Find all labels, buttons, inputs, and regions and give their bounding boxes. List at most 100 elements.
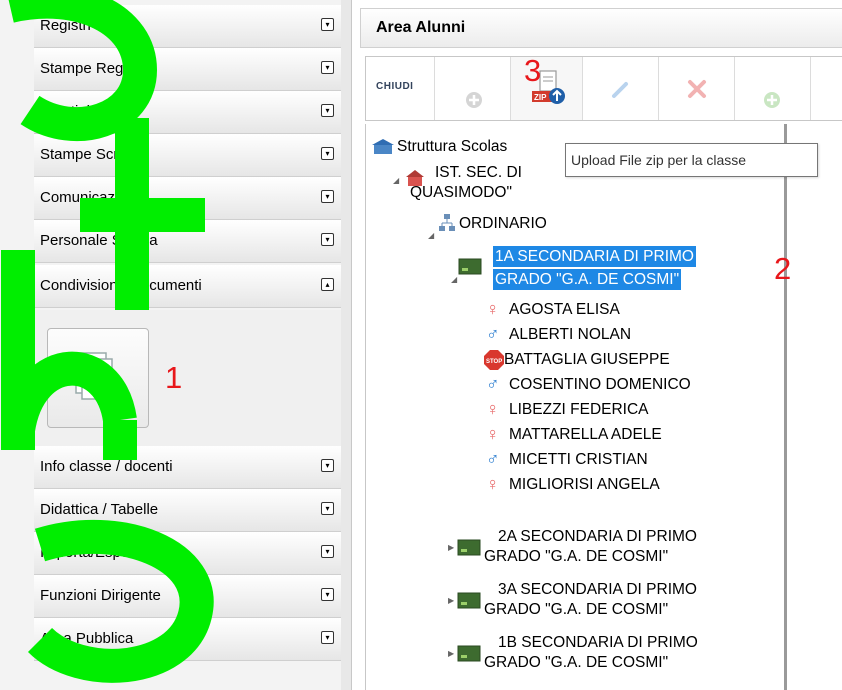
accordion-scrutini[interactable]: Scrutini ▾ <box>34 91 351 134</box>
toolbar: CHIUDI ZIP <box>365 56 842 121</box>
selected-class-line2[interactable]: GRADO "G.A. DE COSMI" <box>493 269 682 290</box>
accordion-label: Importa/Esporta <box>40 544 147 561</box>
accordion-label: Comunicazioni <box>40 189 139 206</box>
add-child-icon <box>764 92 780 108</box>
upload-zip-button[interactable]: ZIP <box>511 57 583 120</box>
student-name: COSENTINO DOMENICO <box>509 376 691 393</box>
sidebar-scrollbar[interactable] <box>341 0 351 690</box>
sidebar-accordion: Registri ▾ Stampe Registri ▾ Scrutini ▾ … <box>0 0 352 690</box>
female-icon: ♀ <box>486 424 500 444</box>
selected-class-line1[interactable]: 1A SECONDARIA DI PRIMO <box>493 246 696 267</box>
chevron-down-icon[interactable]: ▾ <box>321 545 334 558</box>
class-name-line2: GRADO "G.A. DE COSMI" <box>484 654 669 671</box>
accordion-label: Stampe Scrutini <box>40 146 146 163</box>
add-icon <box>466 92 482 108</box>
chevron-down-icon[interactable]: ▾ <box>321 61 334 74</box>
class-name-line2: GRADO "G.A. DE COSMI" <box>484 601 669 618</box>
student-name: LIBEZZI FEDERICA <box>509 401 649 418</box>
condivisione-documenti-panel <box>34 310 351 456</box>
class-name-line1: 1B SECONDARIA DI PRIMO <box>498 634 698 651</box>
school-structure-icon <box>372 139 394 154</box>
delete-button[interactable] <box>659 57 735 120</box>
chevron-down-icon[interactable]: ▾ <box>321 18 334 31</box>
stop-icon: STOP <box>484 350 504 370</box>
accordion-label: Personale Scuola <box>40 232 158 249</box>
expand-toggle-icon[interactable]: ◢ <box>451 275 457 284</box>
svg-text:STOP: STOP <box>486 359 502 365</box>
student-name: MATTARELLA ADELE <box>509 426 662 443</box>
classroom-board-icon <box>458 258 482 275</box>
accordion-importa-esporta[interactable]: Importa/Esporta ▾ <box>34 532 351 575</box>
chevron-down-icon[interactable]: ▾ <box>321 459 334 472</box>
student-name: MIGLIORISI ANGELA <box>509 476 660 493</box>
accordion-label: Didattica / Tabelle <box>40 501 159 518</box>
accordion-stampe-registri[interactable]: Stampe Registri ▾ <box>34 48 351 91</box>
document-share-button[interactable] <box>47 328 149 428</box>
close-label: CHIUDI <box>376 81 414 92</box>
chevron-down-icon[interactable]: ▾ <box>321 588 334 601</box>
class-name-line1: 3A SECONDARIA DI PRIMO <box>498 581 697 598</box>
accordion-area-pubblica[interactable]: Area Pubblica ▾ <box>34 618 351 661</box>
accordion-didattica-tabelle[interactable]: Didattica / Tabelle ▾ <box>34 489 351 532</box>
accordion-funzioni-dirigente[interactable]: Funzioni Dirigente ▾ <box>34 575 351 618</box>
accordion-label: Funzioni Dirigente <box>40 587 161 604</box>
delete-icon <box>688 80 706 98</box>
chevron-down-icon[interactable]: ▾ <box>321 190 334 203</box>
add-button[interactable] <box>435 57 511 120</box>
accordion-label: Condivisione Documenti <box>40 277 202 294</box>
org-structure-icon <box>439 214 455 231</box>
school-name-line1[interactable]: IST. SEC. DI <box>435 163 522 182</box>
classroom-board-icon <box>457 539 481 556</box>
classroom-board-icon <box>457 645 481 662</box>
step-marker-3: 3 <box>524 53 542 88</box>
chevron-up-icon[interactable]: ▴ <box>321 278 334 291</box>
chevron-down-icon[interactable]: ▾ <box>321 631 334 644</box>
student-name: ALBERTI NOLAN <box>509 326 632 343</box>
class-name-line2: GRADO "G.A. DE COSMI" <box>484 548 669 565</box>
male-icon: ♂ <box>486 324 500 344</box>
svg-text:ZIP: ZIP <box>534 93 547 102</box>
tree-root-label[interactable]: Struttura Scolas <box>397 137 507 156</box>
accordion-comunicazioni[interactable]: Comunicazioni ▾ <box>34 177 351 220</box>
accordion-stampe-scrutini[interactable]: Stampe Scrutini ▾ <box>34 134 351 177</box>
step-marker-2: 2 <box>774 251 792 286</box>
upload-zip-tooltip: Upload File zip per la classe <box>565 143 818 177</box>
accordion-label: Stampe Registri <box>40 60 147 77</box>
student-name: AGOSTA ELISA <box>509 301 620 318</box>
page-title: Area Alunni <box>376 19 466 36</box>
main-header: Area Alunni <box>360 8 842 48</box>
accordion-label: Area Pubblica <box>40 630 134 647</box>
male-icon: ♂ <box>486 374 500 394</box>
accordion-registri[interactable]: Registri ▾ <box>34 5 351 48</box>
chevron-down-icon[interactable]: ▾ <box>321 502 334 515</box>
expand-toggle-icon[interactable]: ▶ <box>448 543 454 552</box>
accordion-condivisione-documenti[interactable]: Condivisione Documenti ▴ <box>34 265 351 308</box>
female-icon: ♀ <box>486 299 500 319</box>
edit-button[interactable] <box>583 57 659 120</box>
class-tree: Struttura Scolas ◢ IST. SEC. DI GRADO "S… <box>365 124 787 690</box>
female-icon: ♀ <box>486 399 500 419</box>
main-area: Area Alunni CHIUDI ZIP Struttura Scolas … <box>352 0 842 690</box>
expand-toggle-icon[interactable]: ◢ <box>428 231 434 240</box>
document-share-users-icon <box>75 352 131 409</box>
class-name-line1: 2A SECONDARIA DI PRIMO <box>498 528 697 545</box>
male-icon: ♂ <box>486 449 500 469</box>
expand-toggle-icon[interactable]: ◢ <box>393 176 399 185</box>
expand-toggle-icon[interactable]: ▶ <box>448 596 454 605</box>
accordion-label: Info classe / docenti <box>40 458 173 475</box>
add-child-button[interactable] <box>735 57 811 120</box>
classroom-board-icon <box>457 592 481 609</box>
female-icon: ♀ <box>486 474 500 494</box>
chevron-down-icon[interactable]: ▾ <box>321 233 334 246</box>
student-name: BATTAGLIA GIUSEPPE <box>504 351 670 368</box>
close-button[interactable]: CHIUDI <box>366 57 435 120</box>
chevron-down-icon[interactable]: ▾ <box>321 147 334 160</box>
student-name: MICETTI CRISTIAN <box>509 451 648 468</box>
accordion-label: Scrutini <box>40 103 91 120</box>
school-name-line2[interactable]: QUASIMODO" <box>410 183 512 202</box>
chevron-down-icon[interactable]: ▾ <box>321 104 334 117</box>
expand-toggle-icon[interactable]: ▶ <box>448 649 454 658</box>
accordion-info-classe-docenti[interactable]: Info classe / docenti ▾ <box>34 446 351 489</box>
accordion-personale-scuola[interactable]: Personale Scuola ▾ <box>34 220 351 263</box>
track-label[interactable]: ORDINARIO <box>459 214 547 233</box>
